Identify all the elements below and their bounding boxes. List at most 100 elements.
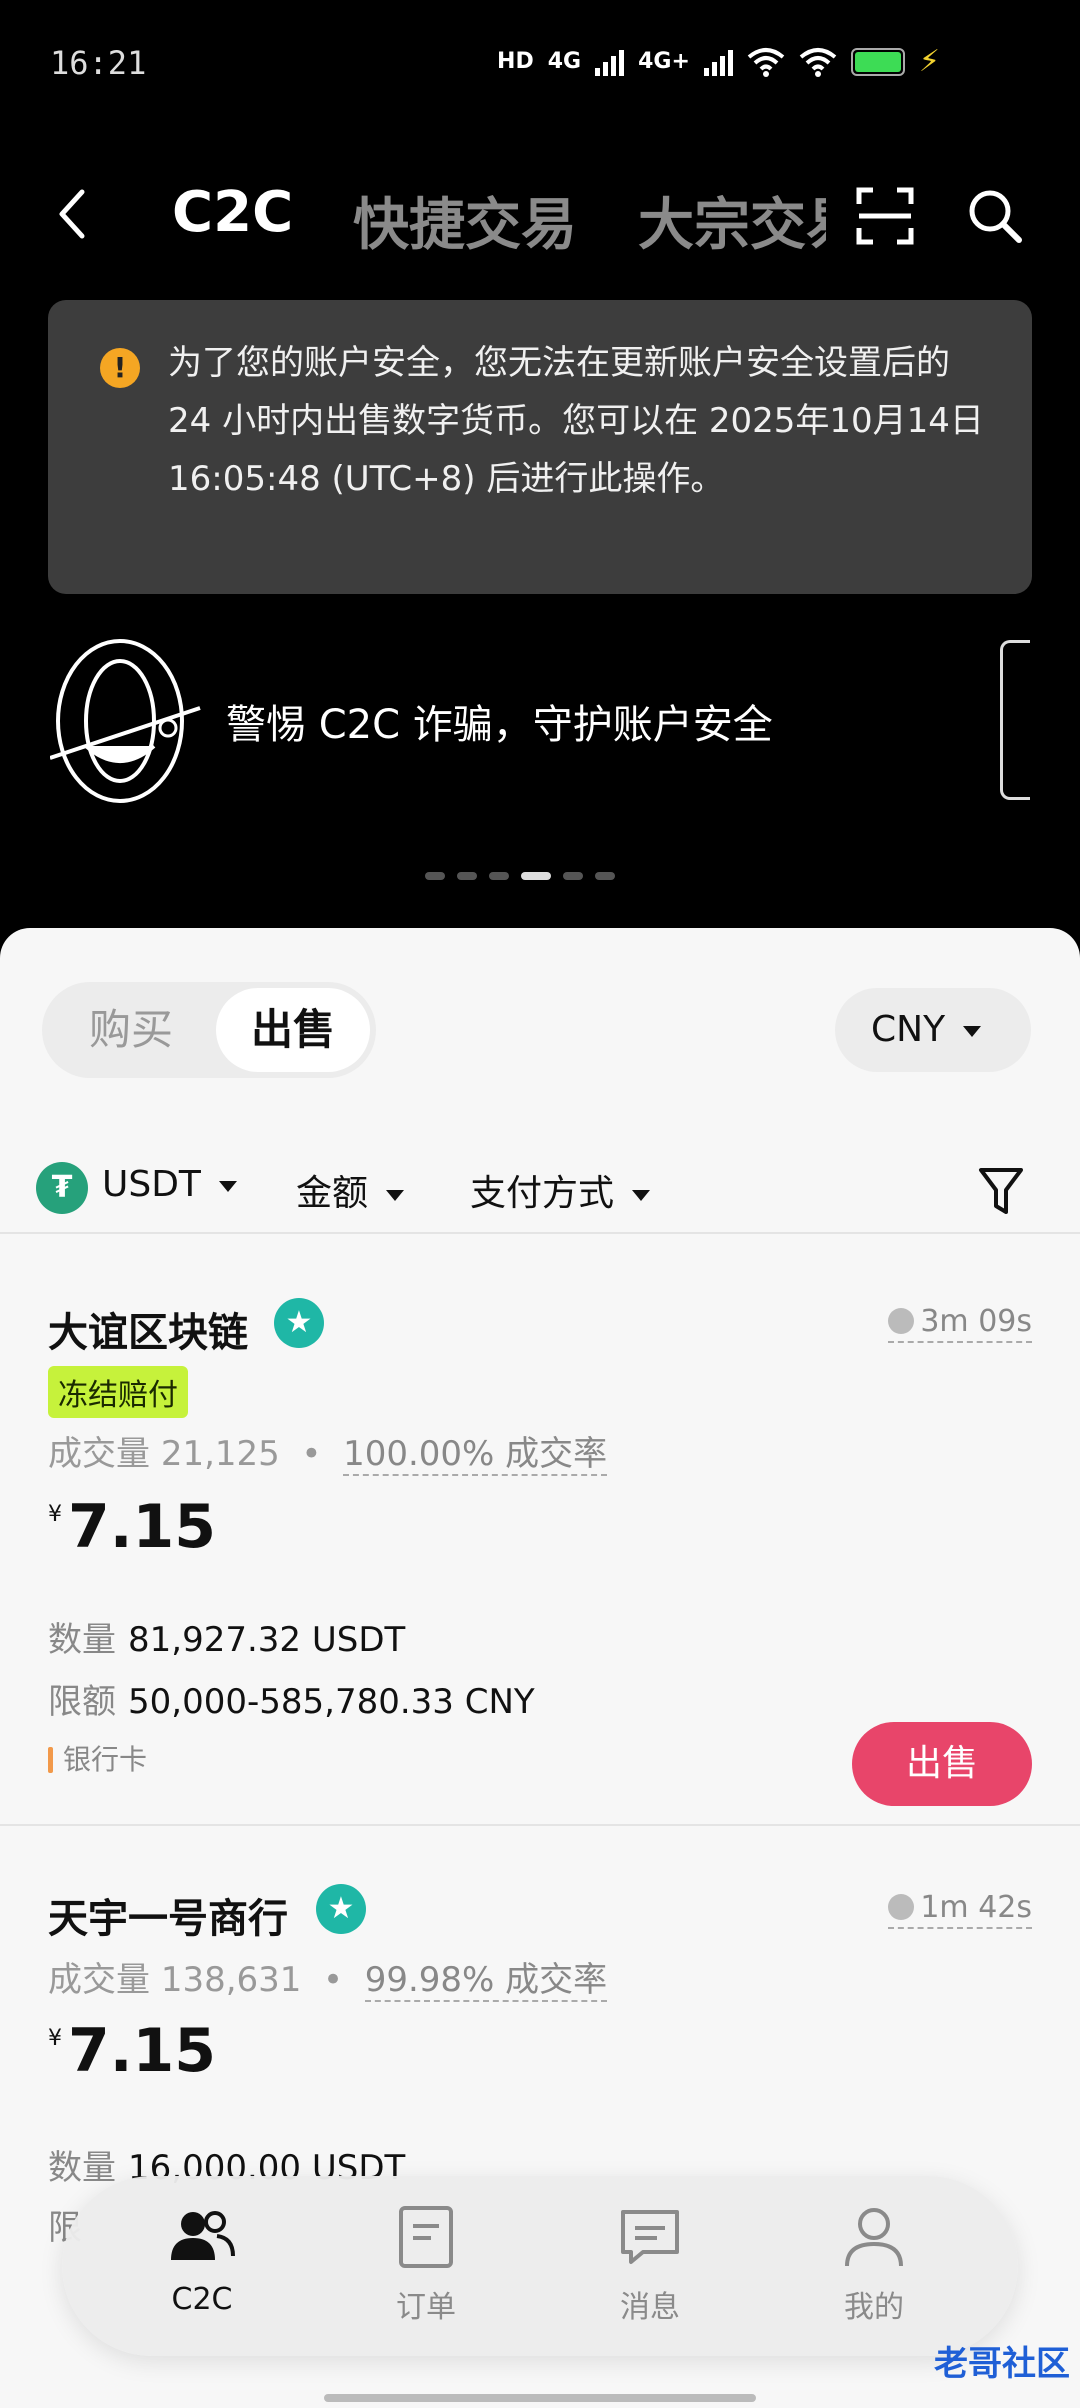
signal-icon (595, 48, 625, 76)
quantity-label: 数量 (48, 2148, 116, 2188)
message-icon (621, 2210, 679, 2264)
volume-value: 138,631 (160, 1960, 302, 2000)
countdown-timer: 1m 42s (888, 1890, 1032, 1929)
warning-text: 为了您的账户安全，您无法在更新账户安全设置后的 24 小时内出售数字货币。您可以… (168, 343, 984, 499)
charging-icon: ⚡ (918, 44, 940, 79)
price-currency: ¥ (48, 2026, 62, 2051)
buy-sell-toggle: 购买 出售 (42, 982, 376, 1078)
security-warning: ! 为了您的账户安全，您无法在更新账户安全设置后的 24 小时内出售数字货币。您… (48, 300, 1032, 594)
page-dot (457, 872, 477, 880)
status-icons: HD 4G 4G+ ⚡ (497, 44, 940, 79)
profile-icon (845, 2208, 903, 2267)
nav-messages[interactable]: 消息 (570, 2202, 730, 2326)
watermark-logo: 老哥社区 (934, 2344, 1070, 2384)
coin-filter[interactable]: USDT (102, 1164, 237, 1205)
timer-value: 3m 09s (920, 1304, 1032, 1339)
promo-banner[interactable]: 警惕 C2C 诈骗，守护账户安全 (0, 630, 1080, 810)
buy-segment[interactable]: 购买 (54, 988, 208, 1072)
sell-segment[interactable]: 出售 (216, 988, 370, 1072)
page-dot (595, 872, 615, 880)
status-bar: 16:21 HD 4G 4G+ ⚡ (0, 0, 1080, 120)
verified-star-icon: ★ (274, 1298, 324, 1348)
battery-icon (850, 47, 905, 76)
status-time: 16:21 (50, 44, 147, 82)
wifi-icon-2 (799, 47, 837, 77)
quantity-row: 数量 81,927.32 USDT (48, 1612, 405, 1661)
coin-filter-label: USDT (102, 1164, 201, 1205)
caret-down-icon (963, 1025, 982, 1037)
amount-filter[interactable]: 金额 (296, 1164, 405, 1216)
sell-button[interactable]: 出售 (852, 1722, 1032, 1806)
limit-value: 50,000-585,780.33 CNY (128, 1682, 535, 1722)
price: ¥7.15 (48, 2016, 216, 2086)
wifi-icon (747, 47, 785, 77)
tab-c2c[interactable]: C2C (172, 180, 293, 245)
net-4gplus-label: 4G+ (638, 49, 690, 74)
quantity-label: 数量 (48, 1620, 116, 1660)
offer-card[interactable]: 大谊区块链 ★ 3m 09s 冻结赔付 成交量 21,125 • 100.00%… (0, 1234, 1080, 1824)
completion-rate[interactable]: 100.00% 成交率 (343, 1434, 608, 1476)
orders-icon (399, 2206, 453, 2268)
completion-rate[interactable]: 99.98% 成交率 (364, 1960, 608, 2002)
back-icon[interactable] (52, 186, 92, 242)
tab-quick-trade[interactable]: 快捷交易 (353, 180, 577, 261)
page-dot (563, 872, 583, 880)
payment-method-label: 银行卡 (63, 1743, 148, 1776)
nav-c2c[interactable]: C2C (122, 2202, 282, 2317)
amount-filter-label: 金额 (296, 1173, 369, 1214)
timer-value: 1m 42s (920, 1890, 1032, 1925)
nav-label: 订单 (396, 2290, 456, 2325)
caret-down-icon (218, 1180, 237, 1192)
price-value: 7.15 (68, 1492, 217, 1562)
merchant-stats: 成交量 138,631 • 99.98% 成交率 (48, 1960, 608, 2002)
verified-star-icon: ★ (316, 1884, 366, 1934)
limit-row: 限额 50,000-585,780.33 CNY (48, 1674, 535, 1723)
shield-person-icon (50, 639, 201, 803)
volume-label: 成交量 (48, 1434, 150, 1474)
limit-label: 限额 (48, 1682, 116, 1722)
price-currency: ¥ (48, 1502, 62, 1527)
nav-orders[interactable]: 订单 (346, 2202, 506, 2326)
home-indicator[interactable] (324, 2394, 756, 2402)
page-dot-active (521, 872, 551, 880)
merchant-stats: 成交量 21,125 • 100.00% 成交率 (48, 1434, 608, 1476)
price-value: 7.15 (68, 2016, 217, 2086)
currency-value: CNY (871, 1009, 946, 1050)
volume-label: 成交量 (48, 1960, 150, 2000)
filter-icon[interactable] (978, 1166, 1024, 1216)
caret-down-icon (632, 1189, 651, 1201)
search-icon[interactable] (965, 186, 1025, 246)
price: ¥7.15 (48, 1492, 216, 1562)
caret-down-icon (386, 1189, 405, 1201)
payment-method: 银行卡 (48, 1738, 147, 1778)
quantity-value: 81,927.32 USDT (128, 1620, 406, 1660)
next-banner-peek (1000, 640, 1030, 800)
nav-label: 我的 (844, 2290, 904, 2325)
bottom-nav: C2C 订单 消息 我的 (62, 2176, 1018, 2356)
page-dot (489, 872, 509, 880)
page-dot (425, 872, 445, 880)
merchant-name[interactable]: 天宇一号商行 (48, 1886, 288, 1944)
merchant-name[interactable]: 大谊区块链 (48, 1300, 248, 1358)
payment-color-bar (48, 1747, 53, 1773)
tab-block-trade[interactable]: 大宗交易 (638, 180, 826, 261)
banner-pagination (425, 872, 615, 880)
filter-bar: ₮ USDT 金额 支付方式 (0, 1148, 1080, 1238)
payment-filter-label: 支付方式 (470, 1173, 615, 1214)
warning-icon: ! (100, 348, 140, 388)
people-icon (171, 2211, 235, 2260)
freeze-compensation-tag: 冻结赔付 (48, 1366, 188, 1418)
usdt-icon: ₮ (36, 1162, 88, 1214)
clock-icon (888, 1308, 915, 1334)
net-4g-label: 4G (547, 49, 582, 74)
signal-icon-2 (703, 48, 733, 76)
currency-select[interactable]: CNY (835, 988, 1031, 1072)
scan-icon[interactable] (855, 186, 915, 246)
nav-label: 消息 (620, 2290, 680, 2325)
payment-filter[interactable]: 支付方式 (470, 1164, 651, 1216)
volume-value: 21,125 (160, 1434, 280, 1474)
banner-text: 警惕 C2C 诈骗，守护账户安全 (226, 702, 773, 748)
nav-profile[interactable]: 我的 (794, 2202, 954, 2326)
countdown-timer: 3m 09s (888, 1304, 1032, 1343)
hd-label: HD (497, 49, 534, 74)
